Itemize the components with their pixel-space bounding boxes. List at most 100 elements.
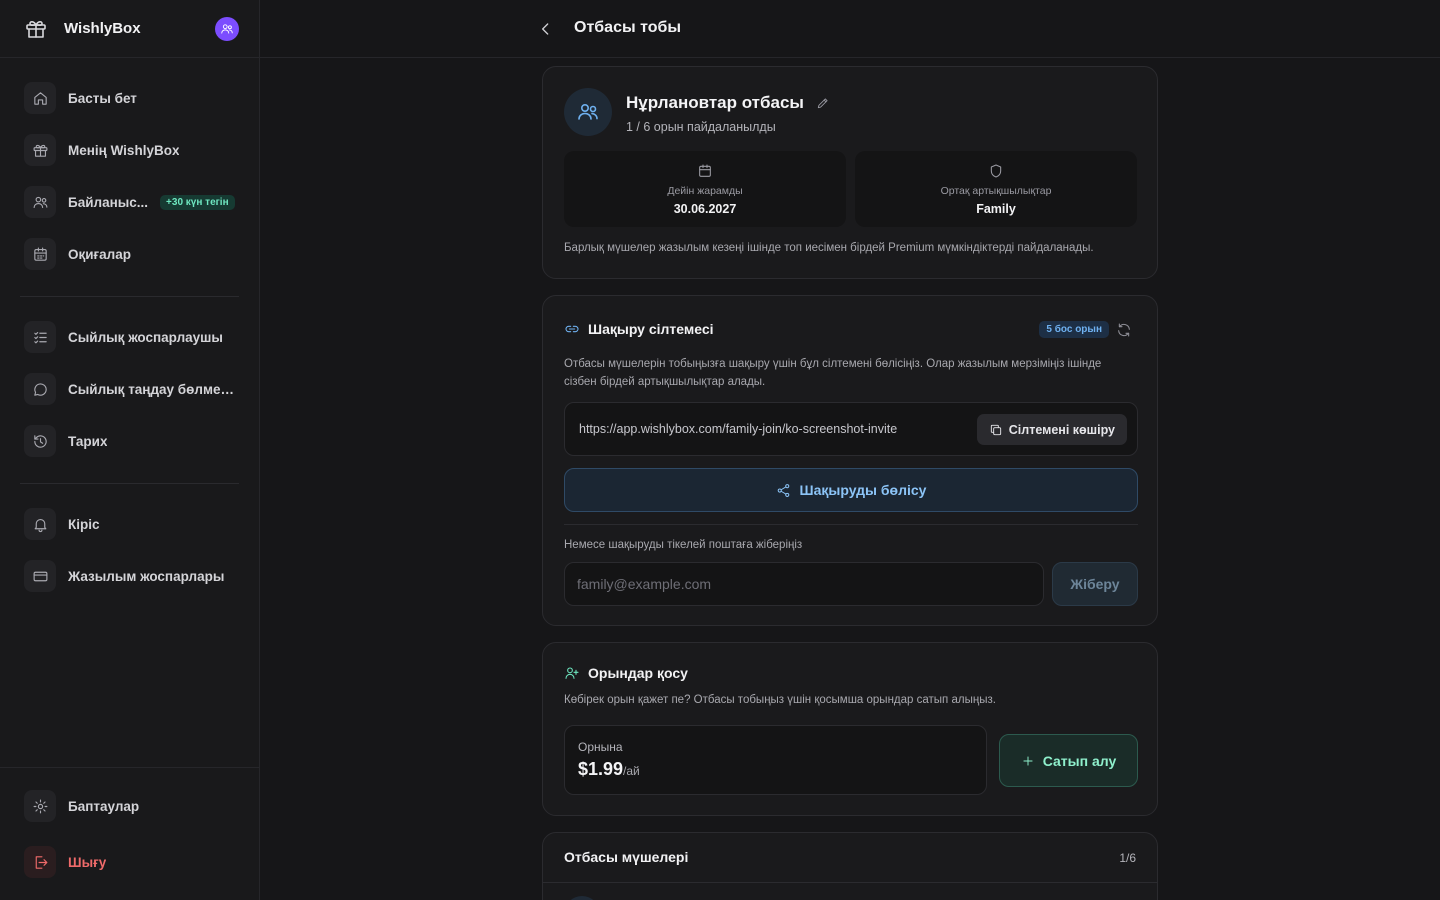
share-invite-label: Шақыруды бөлісу — [799, 482, 927, 498]
copy-link-label: Сілтемені көшіру — [1008, 422, 1115, 437]
sidebar-item-inbox[interactable]: Кіріс — [20, 502, 239, 546]
copy-icon — [989, 423, 1003, 437]
chat-icon — [24, 373, 56, 405]
topbar — [260, 0, 1440, 58]
family-summary-card: Нұрлановтар отбасы 1 / 6 орын пайдаланыл… — [542, 66, 1158, 279]
sidebar-header: WishlyBox — [0, 0, 259, 58]
family-avatar — [564, 88, 612, 136]
history-icon — [24, 425, 56, 457]
credit-card-icon — [24, 560, 56, 592]
nav-group-tools: Сыйлық жоспарлаушы Сыйлық таңдау бөлмел.… — [20, 296, 239, 483]
shared-benefits-value: Family — [976, 202, 1016, 216]
sidebar: WishlyBox Басты бет Менің WishlyBox Байл… — [0, 0, 260, 900]
seat-usage: 1 / 6 орын пайдаланылды — [626, 120, 776, 134]
plus-icon — [1021, 754, 1035, 768]
nav-group-main: Басты бет Менің WishlyBox Байланыс... +3… — [20, 58, 239, 296]
home-icon — [24, 82, 56, 114]
add-seats-description: Көбірек орын қажет пе? Отбасы тобыңыз үш… — [564, 694, 996, 706]
shared-benefits-label: Ортақ артықшылықтар — [940, 185, 1052, 197]
members-title: Отбасы мүшелері — [564, 849, 689, 865]
invite-link-card: Шақыру сілтемесі 5 бос орын Отбасы мүшел… — [542, 295, 1158, 626]
sidebar-item-label: Байланыс... — [68, 194, 149, 210]
divider — [543, 882, 1157, 883]
nav-group-account: Кіріс Жазылым жоспарлары — [20, 483, 239, 618]
add-seats-title: Орындар қосу — [564, 665, 688, 681]
sidebar-item-label: Оқиғалар — [68, 246, 132, 262]
copy-link-button[interactable]: Сілтемені көшіру — [976, 414, 1127, 445]
sidebar-item-label: Тарих — [68, 433, 108, 449]
edit-icon[interactable] — [816, 96, 830, 110]
free-seats-badge: 5 бос орын — [1039, 321, 1109, 338]
sidebar-item-label: Кіріс — [68, 516, 100, 532]
shared-benefits-stat: Ортақ артықшылықтар Family — [855, 151, 1137, 227]
sidebar-nav: Басты бет Менің WishlyBox Байланыс... +3… — [0, 58, 259, 618]
sidebar-item-settings[interactable]: Баптаулар — [20, 784, 239, 828]
sidebar-item-my-wishlybox[interactable]: Менің WishlyBox — [20, 128, 239, 172]
sidebar-item-label: Сыйлық таңдау бөлмел... — [68, 381, 234, 397]
invite-title-text: Шақыру сілтемесі — [588, 321, 714, 337]
link-icon — [564, 321, 580, 337]
calendar-icon — [24, 238, 56, 270]
family-members-card: Отбасы мүшелері 1/6 — [542, 832, 1158, 900]
invite-section-title: Шақыру сілтемесі — [564, 321, 714, 337]
logout-icon — [24, 846, 56, 878]
add-seats-card: Орындар қосу Көбірек орын қажет пе? Отба… — [542, 642, 1158, 816]
users-icon — [24, 186, 56, 218]
sidebar-item-label: Сыйлық жоспарлаушы — [68, 329, 223, 345]
price-unit: /ай — [623, 764, 640, 778]
gift-logo-icon — [24, 17, 48, 41]
sidebar-item-subscription-plans[interactable]: Жазылым жоспарлары — [20, 554, 239, 598]
user-plus-icon — [564, 665, 580, 681]
buy-seats-label: Сатып алу — [1042, 752, 1117, 769]
sidebar-item-gift-rooms[interactable]: Сыйлық таңдау бөлмел... — [20, 367, 239, 411]
sidebar-item-events[interactable]: Оқиғалар — [20, 232, 239, 276]
seat-price-box: Орнына $1.99/ай — [564, 725, 987, 795]
user-avatar[interactable] — [215, 16, 239, 41]
users-icon — [578, 104, 598, 120]
family-name: Нұрлановтар отбасы — [626, 93, 830, 113]
back-button[interactable] — [536, 19, 556, 39]
sidebar-footer: Баптаулар Шығу — [0, 767, 259, 900]
price-value: $1.99/ай — [578, 759, 640, 780]
calendar-icon — [697, 163, 713, 179]
sidebar-item-label: Басты бет — [68, 90, 137, 106]
sidebar-item-label: Баптаулар — [68, 798, 140, 814]
buy-seats-button[interactable]: Сатып алу — [999, 734, 1138, 787]
invite-link-text[interactable]: https://app.wishlybox.com/family-join/ko… — [579, 422, 897, 436]
price-amount: $1.99 — [578, 759, 624, 779]
brand-name: WishlyBox — [64, 20, 141, 37]
chevron-left-icon — [542, 23, 549, 35]
sidebar-item-gift-planner[interactable]: Сыйлық жоспарлаушы — [20, 315, 239, 359]
page-title: Отбасы тобы — [574, 19, 682, 36]
gift-icon — [24, 134, 56, 166]
trial-badge: +30 күн тегін — [160, 194, 235, 210]
shield-icon — [988, 163, 1004, 179]
family-name-text: Нұрлановтар отбасы — [626, 93, 804, 112]
bell-icon — [24, 508, 56, 540]
gear-icon — [24, 790, 56, 822]
sidebar-item-label: Жазылым жоспарлары — [68, 568, 225, 584]
price-label: Орнына — [578, 740, 623, 754]
users-icon — [221, 23, 233, 34]
divider — [564, 524, 1138, 525]
logout-button[interactable]: Шығу — [20, 840, 239, 884]
logout-label: Шығу — [68, 854, 107, 870]
invite-link-box: https://app.wishlybox.com/family-join/ko… — [564, 402, 1138, 456]
share-invite-button[interactable]: Шақыруды бөлісу — [564, 468, 1138, 512]
sidebar-item-label: Менің WishlyBox — [68, 142, 180, 158]
share-icon — [776, 483, 791, 498]
email-invite-input[interactable] — [564, 562, 1044, 606]
premium-note: Барлық мүшелер жазылым кезеңі ішінде топ… — [564, 242, 1094, 254]
sidebar-item-contacts[interactable]: Байланыс... +30 күн тегін — [20, 180, 239, 224]
add-seats-title-text: Орындар қосу — [588, 665, 688, 681]
checklist-icon — [24, 321, 56, 353]
refresh-link-button[interactable] — [1116, 322, 1132, 338]
invite-description: Отбасы мүшелерін тобыңызға шақыру үшін б… — [564, 358, 1102, 388]
valid-until-label: Дейін жарамды — [667, 185, 743, 197]
member-avatar — [564, 896, 600, 900]
email-invite-label: Немесе шақыруды тікелей поштаға жіберіңі… — [564, 539, 803, 551]
valid-until-value: 30.06.2027 — [673, 202, 737, 216]
send-invite-button[interactable]: Жіберу — [1052, 562, 1138, 606]
sidebar-item-home[interactable]: Басты бет — [20, 76, 239, 120]
sidebar-item-history[interactable]: Тарих — [20, 419, 239, 463]
